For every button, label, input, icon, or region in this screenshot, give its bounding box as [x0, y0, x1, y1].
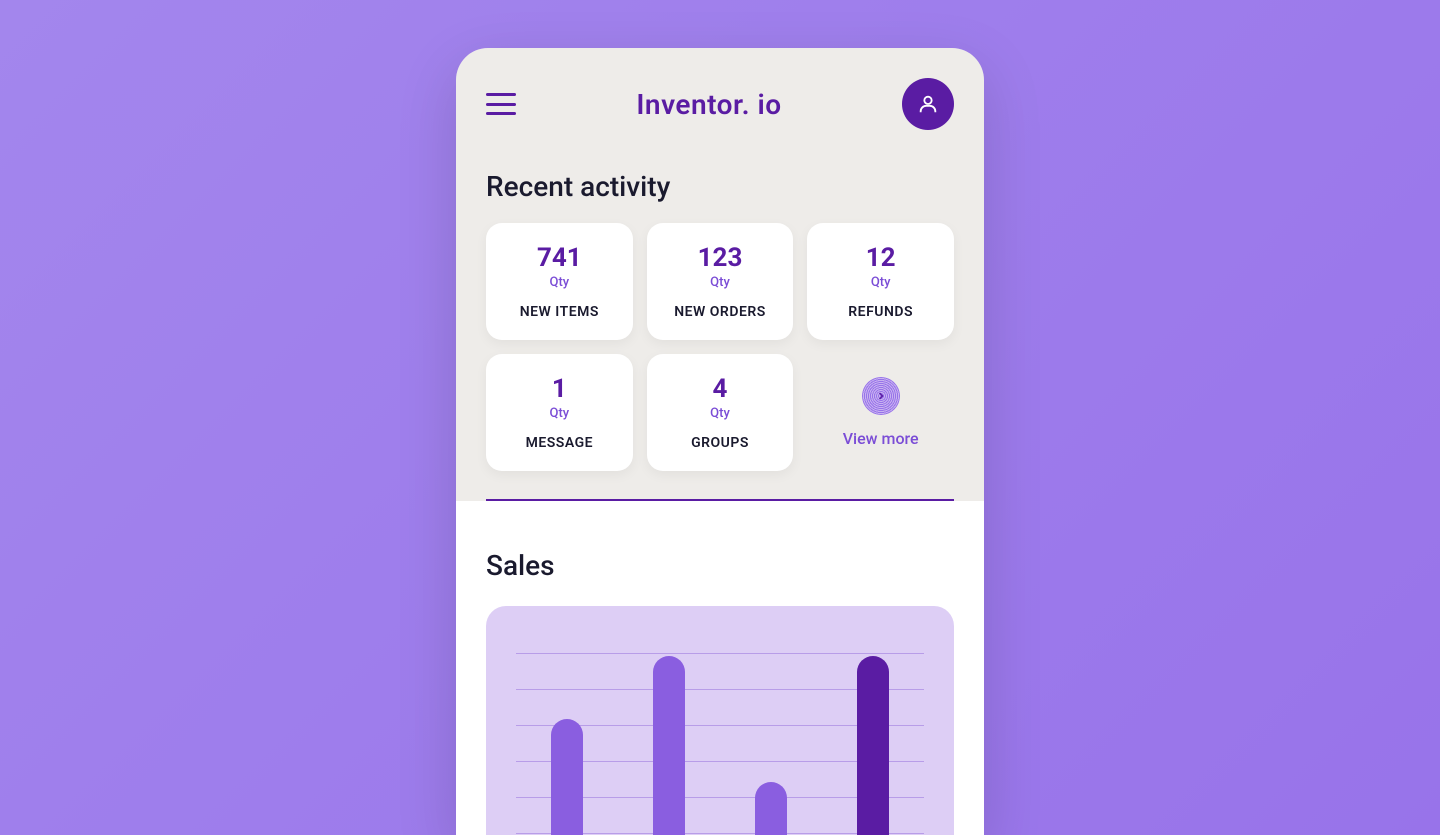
view-more-button[interactable]: View more: [807, 354, 954, 471]
activity-card-new-items[interactable]: 741 Qty NEW ITEMS: [486, 223, 633, 340]
card-qty-label: Qty: [817, 275, 944, 290]
card-label: GROUPS: [657, 435, 784, 451]
app-screen: Inventor. io Recent activity 741 Qty NEW…: [456, 48, 984, 835]
header: Inventor. io: [456, 48, 984, 150]
card-qty-label: Qty: [496, 406, 623, 421]
card-qty-label: Qty: [657, 275, 784, 290]
menu-icon[interactable]: [486, 93, 516, 115]
sales-title: Sales: [456, 549, 984, 606]
view-more-circle: [862, 377, 900, 415]
card-label: NEW ITEMS: [496, 304, 623, 320]
recent-activity-title: Recent activity: [456, 150, 984, 223]
user-icon: [917, 93, 939, 115]
profile-button[interactable]: [902, 78, 954, 130]
activity-grid: 741 Qty NEW ITEMS 123 Qty NEW ORDERS 12 …: [456, 223, 984, 471]
chart-grid-line: [516, 653, 924, 654]
chart-bar: [653, 656, 685, 835]
activity-card-new-orders[interactable]: 123 Qty NEW ORDERS: [647, 223, 794, 340]
app-title: Inventor. io: [636, 88, 781, 121]
card-value: 4: [657, 374, 784, 404]
card-value: 741: [496, 243, 623, 273]
card-value: 123: [657, 243, 784, 273]
card-label: NEW ORDERS: [657, 304, 784, 320]
chart-bar: [857, 656, 889, 835]
chevron-right-icon: [875, 390, 887, 402]
card-value: 12: [817, 243, 944, 273]
chart-bars: [516, 656, 924, 835]
activity-card-groups[interactable]: 4 Qty GROUPS: [647, 354, 794, 471]
activity-card-message[interactable]: 1 Qty MESSAGE: [486, 354, 633, 471]
chart-bar: [755, 782, 787, 835]
card-label: REFUNDS: [817, 304, 944, 320]
card-label: MESSAGE: [496, 435, 623, 451]
card-qty-label: Qty: [657, 406, 784, 421]
view-more-label: View more: [843, 429, 919, 448]
activity-card-refunds[interactable]: 12 Qty REFUNDS: [807, 223, 954, 340]
card-value: 1: [496, 374, 623, 404]
card-qty-label: Qty: [496, 275, 623, 290]
sales-section: Sales: [456, 501, 984, 835]
sales-chart: [486, 606, 954, 835]
chart-bar: [551, 719, 583, 835]
